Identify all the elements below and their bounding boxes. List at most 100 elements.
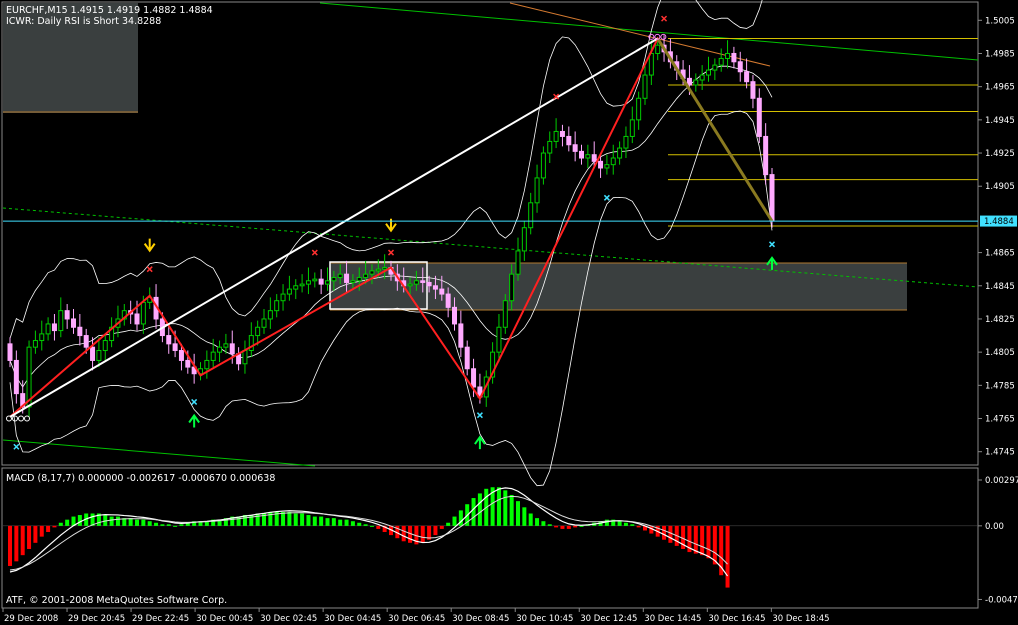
macd-bar — [331, 518, 336, 526]
bull-candle-body — [274, 300, 280, 312]
macd-bar — [58, 522, 63, 526]
macd-bar — [255, 513, 260, 526]
bear-candle-body — [185, 359, 191, 368]
bull-candle-body — [725, 52, 731, 59]
bull-candle-body — [261, 318, 267, 328]
bull-candle-body — [693, 79, 699, 86]
bull-candle-body — [413, 280, 419, 285]
bear-candle-body — [452, 306, 457, 325]
cross-marker-icon — [661, 15, 668, 22]
macd-bar — [287, 511, 292, 526]
bull-candle-body — [102, 340, 108, 351]
price-tick-label: 1.4845 — [985, 282, 1015, 292]
bull-candle-body — [305, 280, 311, 285]
macd-panel-frame — [1, 467, 979, 609]
green-lower-line — [2, 439, 316, 467]
circle-marker-icon — [12, 415, 18, 422]
bear-candle-body — [13, 359, 19, 395]
cross-marker-icon — [768, 241, 776, 248]
macd-bar — [630, 524, 635, 526]
price-tick-label: 1.4805 — [985, 348, 1015, 358]
macd-bar — [516, 501, 520, 526]
macd-signal-line-2 — [9, 495, 728, 571]
bear-candle-body — [686, 77, 692, 86]
bear-candle-body — [229, 343, 235, 355]
macd-bar — [312, 516, 317, 526]
macd-bar — [668, 525, 673, 543]
bear-candle-body — [71, 318, 76, 328]
macd-bar — [439, 525, 444, 529]
price-tick-label: 1.4965 — [985, 83, 1015, 93]
macd-bar — [344, 519, 349, 526]
bear-candle-body — [458, 323, 464, 348]
orange-line — [509, 2, 771, 67]
bear-candle-body — [83, 335, 89, 348]
macd-bar — [350, 521, 355, 526]
macd-bar — [115, 516, 120, 526]
macd-bar — [706, 525, 711, 559]
bull-candle-body — [210, 351, 216, 361]
bull-candle-body — [642, 74, 648, 99]
macd-bar — [636, 525, 641, 528]
macd-bar — [300, 513, 305, 526]
bear-candle-body — [559, 130, 565, 137]
bull-candle-body — [712, 64, 718, 71]
macd-bar — [503, 490, 508, 526]
macd-bar — [319, 516, 324, 526]
macd-tick-label: 0.00 — [985, 522, 1004, 532]
bear-candle-body — [134, 313, 140, 325]
bull-candle-body — [363, 273, 369, 278]
cross-marker-icon — [191, 398, 198, 405]
bear-candle-body — [572, 144, 578, 152]
macd-bar — [662, 525, 667, 540]
bull-candle-body — [312, 278, 318, 282]
bull-candle-body — [96, 349, 102, 361]
macd-bar — [141, 519, 146, 526]
time-tick-label: 30 Dec 04:45 — [324, 614, 381, 624]
macd-bar — [154, 522, 159, 526]
bear-candle-body — [344, 273, 350, 283]
macd-bar — [52, 525, 57, 528]
time-tick-label: 29 Dec 22:45 — [132, 614, 189, 624]
bull-candle-body — [58, 310, 64, 332]
macd-bar — [46, 525, 51, 533]
bull-candle-body — [32, 340, 38, 348]
macd-bar — [281, 511, 286, 526]
bull-candle-body — [223, 343, 229, 348]
macd-bar — [27, 525, 32, 549]
green-resistance-line — [319, 2, 979, 61]
bull-candle-body — [699, 74, 705, 81]
macd-bar — [446, 522, 451, 526]
macd-bar — [147, 521, 152, 526]
macd-bar — [325, 518, 330, 526]
price-tick-label: 1.4825 — [985, 315, 1015, 325]
bull-candle-body — [382, 267, 388, 270]
time-tick-label: 30 Dec 14:45 — [644, 614, 701, 624]
cross-marker-icon — [13, 443, 20, 450]
bull-candle-body — [293, 285, 299, 290]
down-arrow-icon — [143, 238, 156, 253]
cross-marker-icon — [311, 249, 318, 256]
bear-candle-body — [598, 160, 604, 169]
price-tick-label: 1.4925 — [985, 149, 1015, 159]
macd-bar — [363, 524, 368, 526]
bear-candle-body — [64, 310, 70, 320]
chart-canvas[interactable]: 1.5005 1.4985 1.4965 1.4945 1.4925 1.4905 1.48… — [0, 0, 1018, 625]
time-tick-label: 30 Dec 16:45 — [708, 614, 765, 624]
indicator-header: ICWR: Daily RSI is Short 34.8288 — [6, 16, 161, 27]
bull-candle-body — [636, 97, 642, 121]
bull-candle-body — [286, 288, 292, 295]
macd-bar — [420, 525, 425, 543]
price-tick-label: 1.4765 — [985, 415, 1015, 425]
macd-bar — [173, 525, 178, 527]
cross-marker-icon — [387, 249, 395, 256]
bull-candle-body — [280, 293, 286, 302]
up-arrow-icon — [188, 413, 200, 428]
bull-candle-body — [407, 283, 413, 287]
price-tick-label: 1.4865 — [985, 249, 1015, 259]
macd-bar — [496, 487, 501, 526]
bull-candle-body — [540, 152, 546, 179]
macd-bar — [236, 516, 241, 526]
time-tick-label: 30 Dec 12:45 — [580, 614, 637, 624]
bull-candle-body — [350, 280, 356, 283]
